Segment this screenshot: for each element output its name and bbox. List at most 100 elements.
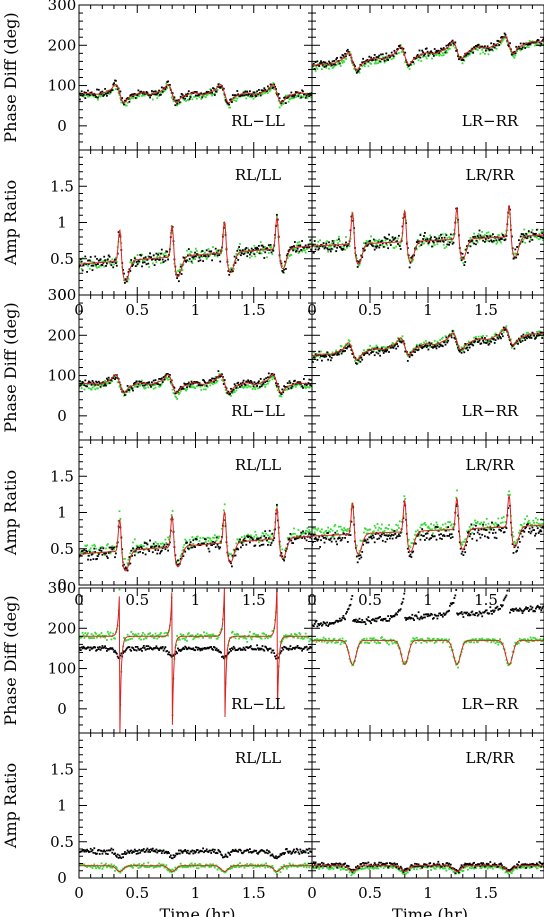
point [130,631,133,633]
point [390,533,393,536]
point [381,239,383,242]
point [80,90,83,93]
point [89,256,92,258]
point [296,645,299,647]
point [433,236,436,238]
point [88,649,91,652]
point [541,522,544,525]
point [368,642,371,644]
point [112,632,115,635]
point [375,243,378,246]
point [104,636,106,639]
point [240,536,243,538]
point [518,339,521,342]
point [235,542,238,545]
point [471,531,474,534]
point [531,229,534,231]
point [160,248,163,251]
point [105,384,107,387]
point [270,542,273,544]
point [485,529,488,531]
point [435,521,438,524]
point [359,360,362,363]
point [477,335,480,338]
point [250,638,253,641]
point [249,90,251,93]
point [528,40,531,42]
point [345,236,347,238]
point [176,398,178,400]
point [382,346,385,348]
point [88,259,91,262]
point [425,537,428,539]
point [123,103,125,106]
point [119,517,122,520]
point [433,642,436,644]
point [320,350,322,353]
point [126,101,129,104]
point [215,90,218,93]
point [101,90,104,93]
point [461,252,464,255]
point [126,633,129,636]
point [218,535,221,538]
point [92,558,95,560]
point [247,533,249,536]
point [394,236,397,239]
point [419,526,422,529]
point [527,230,530,232]
point [91,544,94,547]
point [101,645,104,647]
point [237,387,240,389]
point [442,240,445,243]
point [207,255,210,258]
point [502,516,505,518]
point [263,535,266,537]
point [490,641,493,644]
point [272,649,275,652]
point [182,634,185,636]
point [142,384,144,387]
point [319,546,321,548]
point [187,90,190,93]
point [379,60,381,63]
point [238,637,240,640]
point [467,251,469,254]
point [142,645,145,647]
point [382,246,385,248]
point [388,534,390,537]
point [239,249,241,252]
point [483,341,485,344]
point [540,42,543,45]
point [421,528,424,530]
point [398,533,400,536]
point [302,96,304,98]
point [258,245,260,247]
point [387,528,389,530]
point [305,94,308,97]
point [144,256,147,259]
point [143,542,146,544]
point [157,549,160,552]
point [473,232,475,235]
point [497,337,500,340]
point [160,262,162,265]
point [478,339,481,342]
point [229,106,231,109]
point [398,234,400,237]
point [151,551,154,554]
point [524,518,527,521]
point [340,345,343,348]
point [95,263,97,266]
point [152,254,155,257]
point [309,536,312,539]
point [321,528,323,531]
point [382,352,385,354]
point [209,384,212,387]
point [153,546,156,548]
point [495,242,498,245]
point [87,89,89,92]
point [517,343,519,345]
point [191,546,194,549]
point [384,237,387,240]
